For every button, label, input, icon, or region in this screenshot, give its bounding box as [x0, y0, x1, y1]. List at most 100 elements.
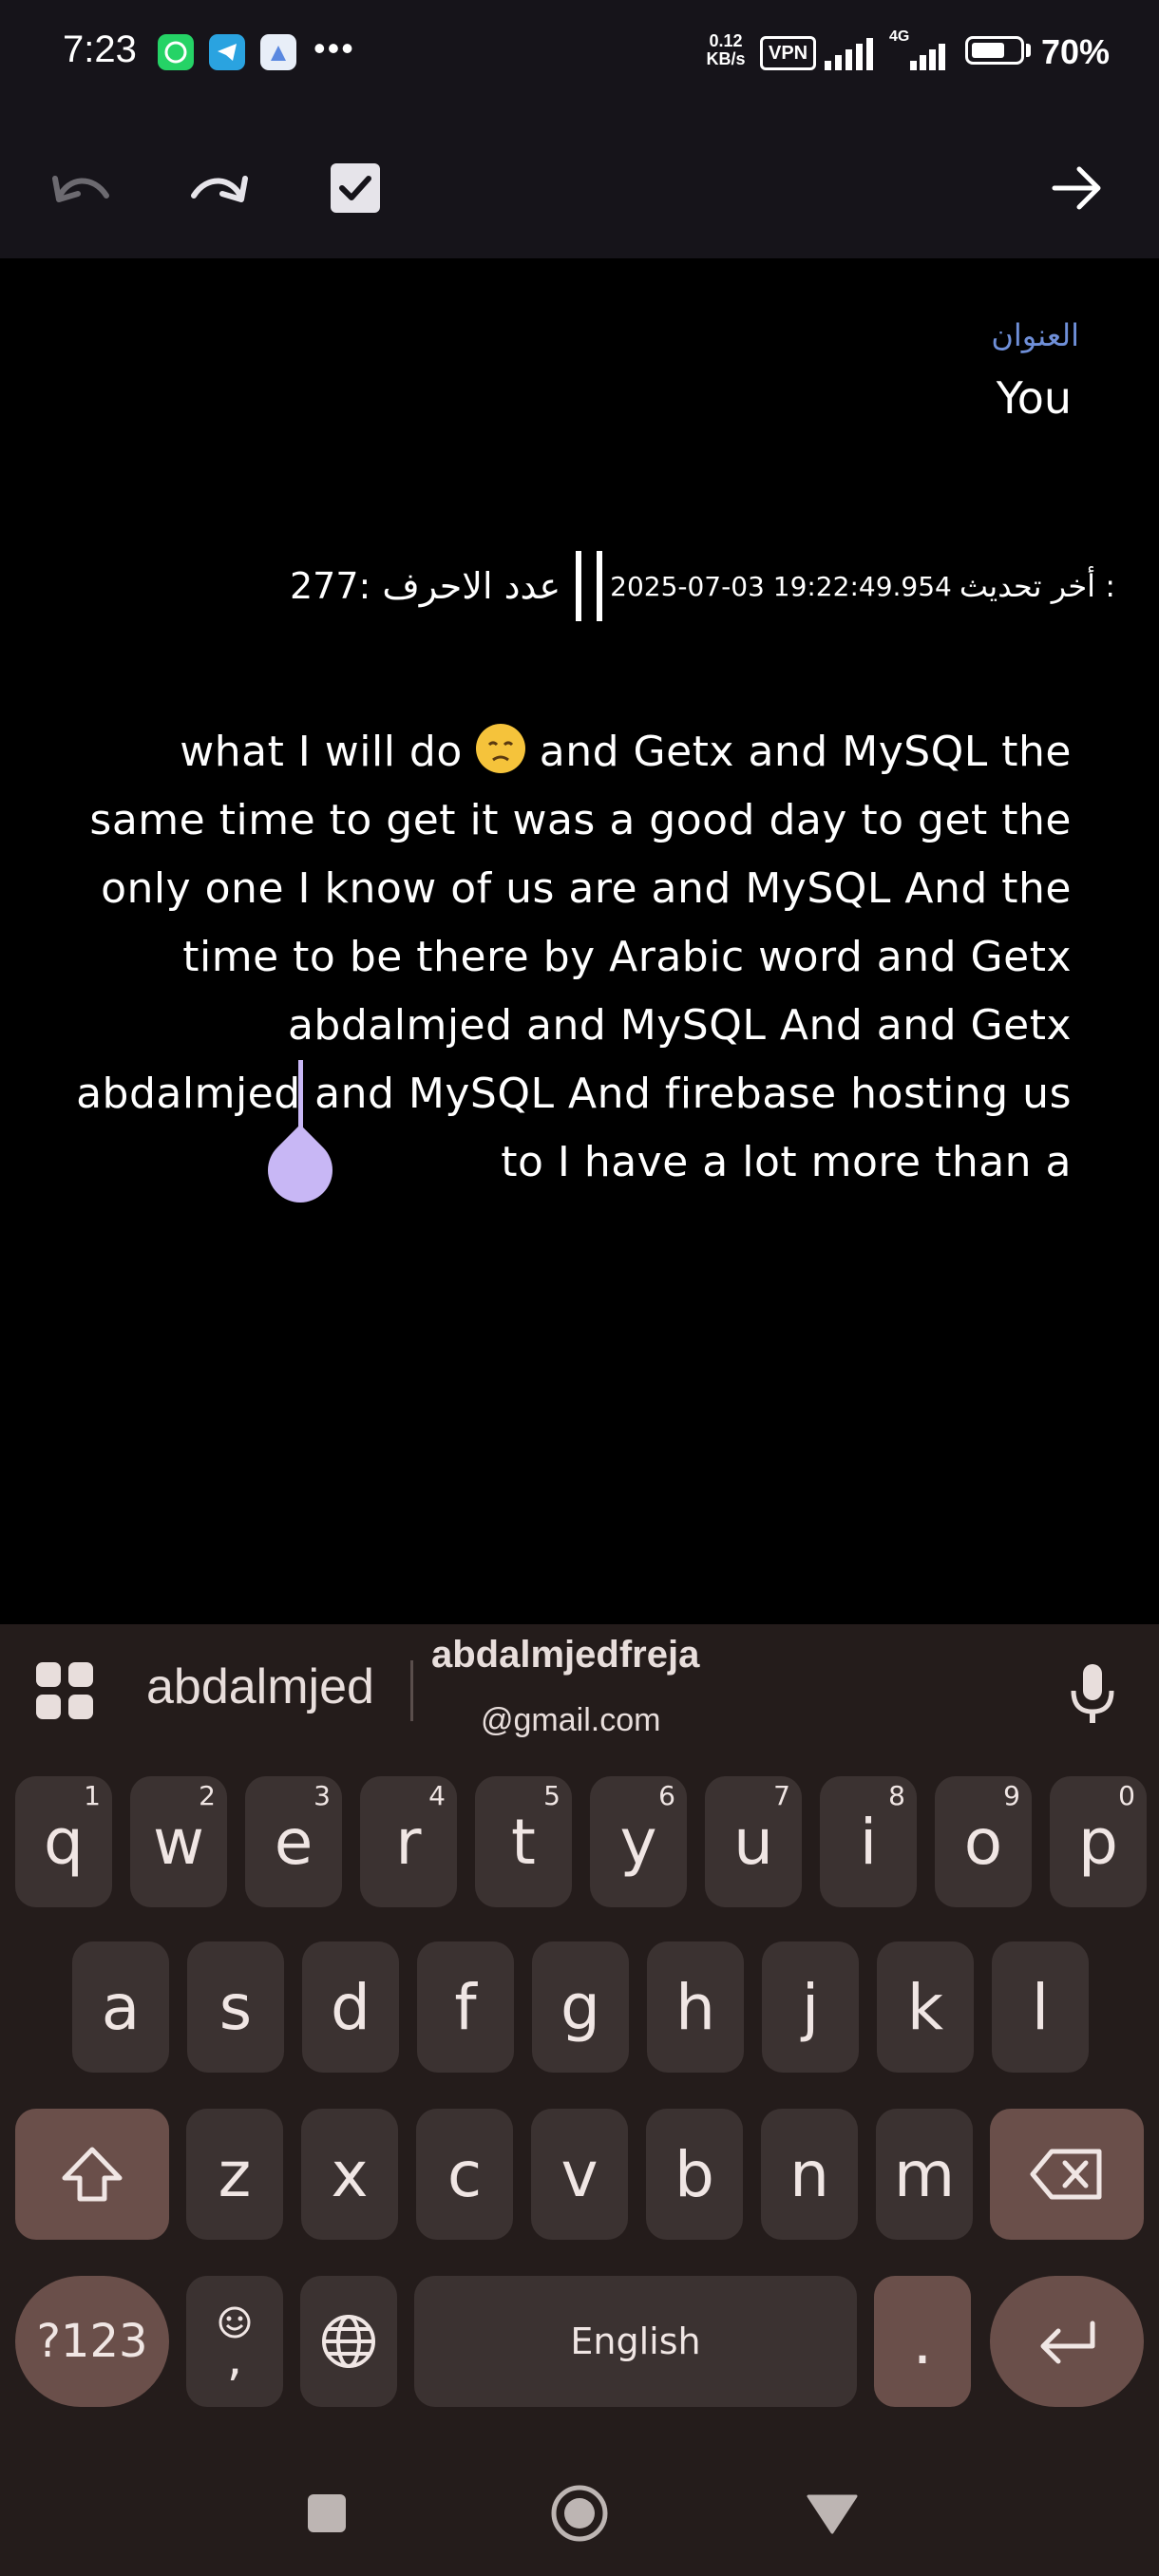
key-label: p: [1078, 1805, 1118, 1879]
key-label: u: [733, 1805, 773, 1879]
key-hint: 3: [314, 1780, 331, 1811]
key-y[interactable]: y6: [590, 1776, 687, 1907]
editor-toolbar: [0, 112, 1159, 258]
key-label: q: [44, 1805, 84, 1879]
key-hint: 9: [1003, 1780, 1020, 1811]
key-e[interactable]: e3: [245, 1776, 342, 1907]
key-s[interactable]: s: [187, 1941, 284, 2073]
body-line-text: and Getx and MySQL the: [525, 728, 1072, 776]
square-icon: [308, 2494, 346, 2532]
key-hint: 7: [773, 1780, 790, 1811]
key-hint: 4: [428, 1780, 446, 1811]
key-label: w: [153, 1805, 204, 1879]
key-d[interactable]: d: [302, 1941, 399, 2073]
network-speed: 0.12 KB/s: [701, 32, 750, 68]
body-line: what I will do and Getx and MySQL the: [57, 718, 1072, 786]
key-label: o: [963, 1805, 1003, 1879]
key-m[interactable]: m: [876, 2109, 973, 2240]
back-button[interactable]: [794, 2475, 870, 2551]
redo-icon: [191, 176, 248, 202]
key-c[interactable]: c: [416, 2109, 513, 2240]
key-u[interactable]: u7: [705, 1776, 802, 1907]
title-label: العنوان: [991, 317, 1079, 353]
period-key[interactable]: .: [874, 2276, 971, 2407]
key-label: t: [511, 1805, 536, 1879]
redo-button[interactable]: [180, 150, 256, 226]
suggestion-divider: [410, 1660, 413, 1721]
key-t[interactable]: t5: [475, 1776, 572, 1907]
key-z[interactable]: z: [186, 2109, 283, 2240]
microphone-icon[interactable]: [1064, 1660, 1121, 1727]
body-line: abdalmjed and MySQL And and Getx: [287, 1001, 1072, 1050]
last-updated-value: 2025-07-03 19:22:49.954: [610, 570, 952, 602]
body-line: only one I know of us are and MySQL And …: [101, 864, 1072, 913]
key-q[interactable]: q1: [15, 1776, 112, 1907]
key-p[interactable]: p0: [1050, 1776, 1147, 1907]
status-bar: 7:23 ••• 0.12 KB/s VPN 4G 70%: [0, 0, 1159, 112]
key-g[interactable]: g: [532, 1941, 629, 2073]
backspace-key[interactable]: [990, 2109, 1144, 2240]
clock: 7:23: [63, 28, 137, 70]
key-h[interactable]: h: [647, 1941, 744, 2073]
app-icon: [260, 34, 296, 70]
navigation-bar: [0, 2437, 1159, 2576]
divider: [597, 551, 603, 621]
char-count-value: 277:: [289, 565, 371, 607]
network-speed-unit: KB/s: [706, 49, 746, 68]
key-n[interactable]: n: [761, 2109, 858, 2240]
more-notifications-icon: •••: [314, 28, 355, 67]
home-button[interactable]: [542, 2475, 618, 2551]
key-f[interactable]: f: [417, 1941, 514, 2073]
backspace-icon: [1030, 2149, 1102, 2200]
globe-icon: [322, 2315, 375, 2368]
key-k[interactable]: k: [877, 1941, 974, 2073]
symbols-key[interactable]: ?123: [15, 2276, 169, 2407]
comma-label: ,: [226, 2330, 243, 2387]
space-key[interactable]: English: [414, 2276, 857, 2407]
arrow-forward-icon: [1052, 166, 1101, 210]
notes-editor-screen: 7:23 ••• 0.12 KB/s VPN 4G 70% العنوان Yo…: [0, 0, 1159, 2576]
emoji-comma-key[interactable]: ,: [186, 2276, 283, 2407]
body-line: to I have a lot more than a: [501, 1138, 1072, 1186]
body-line: time to be there by Arabic word and Getx: [182, 933, 1072, 981]
back-triangle-icon: [807, 2494, 858, 2534]
key-o[interactable]: o9: [935, 1776, 1032, 1907]
last-updated-label: أخر تحديث :: [959, 568, 1115, 604]
key-j[interactable]: j: [762, 1941, 859, 2073]
undo-button[interactable]: [44, 150, 120, 226]
language-key[interactable]: [300, 2276, 397, 2407]
key-x[interactable]: x: [301, 2109, 398, 2240]
done-button[interactable]: [317, 150, 393, 226]
key-hint: 5: [543, 1780, 560, 1811]
key-label: r: [395, 1805, 422, 1879]
key-b[interactable]: b: [646, 2109, 743, 2240]
enter-key[interactable]: [990, 2276, 1144, 2407]
recents-button[interactable]: [289, 2475, 365, 2551]
apps-grid-icon[interactable]: [36, 1662, 93, 1719]
key-a[interactable]: a: [72, 1941, 169, 2073]
suggestion-2-sub[interactable]: @gmail.com: [481, 1702, 660, 1739]
key-i[interactable]: i8: [820, 1776, 917, 1907]
key-hint: 0: [1118, 1780, 1135, 1811]
note-body-input[interactable]: what I will do and Getx and MySQL the sa…: [57, 718, 1072, 1197]
body-line: abdalmjed and MySQL And firebase hosting…: [76, 1070, 1072, 1118]
note-meta: 277: عدد الاحرف 2025-07-03 19:22:49.954 …: [289, 551, 1115, 621]
shift-key[interactable]: [15, 2109, 169, 2240]
title-input[interactable]: You: [997, 372, 1072, 424]
forward-button[interactable]: [1039, 150, 1115, 226]
key-r[interactable]: r4: [360, 1776, 457, 1907]
battery-tip: [1026, 44, 1031, 57]
telegram-icon: [209, 34, 245, 70]
key-v[interactable]: v: [531, 2109, 628, 2240]
key-w[interactable]: w2: [130, 1776, 227, 1907]
char-count-label: عدد الاحرف: [382, 565, 561, 607]
enter-icon: [1040, 2320, 1095, 2364]
key-l[interactable]: l: [992, 1941, 1089, 2073]
whatsapp-icon: [158, 34, 194, 70]
divider: [576, 551, 582, 621]
battery-level: [972, 43, 1004, 58]
suggestion-2[interactable]: abdalmjedfreja: [431, 1634, 699, 1676]
key-hint: 2: [199, 1780, 216, 1811]
suggestion-1[interactable]: abdalmjed: [146, 1658, 374, 1715]
undo-icon: [52, 176, 109, 202]
